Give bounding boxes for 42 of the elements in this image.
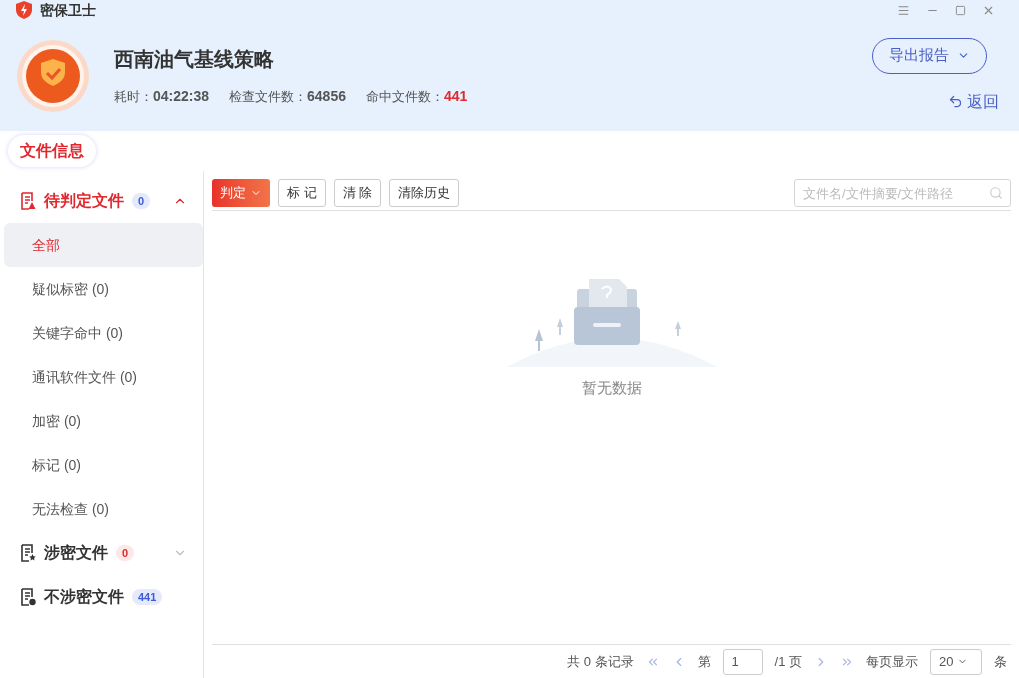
sidebar-item[interactable]: 全部 <box>4 223 203 267</box>
toolbar-button[interactable]: 清 除 <box>333 179 382 207</box>
total-records-text: 共 0 条记录 <box>567 652 634 671</box>
sidebar-item[interactable]: 无法检查 (0) <box>4 487 203 531</box>
document-warning-icon <box>20 192 36 210</box>
page-size-select[interactable]: 20 <box>930 648 982 675</box>
sidebar-group[interactable]: 不涉密文件 441 <box>0 575 203 619</box>
count-badge: 0 <box>116 544 135 562</box>
sidebar-item[interactable]: 加密 (0) <box>4 399 203 443</box>
stat-text: 耗时：04:22:38 <box>114 87 210 106</box>
stat-text: 检查文件数：64856 <box>229 87 346 106</box>
menu-icon[interactable] <box>897 3 910 17</box>
toolbar-button[interactable]: 清除历史 <box>389 179 460 207</box>
count-badge: 0 <box>132 192 151 210</box>
return-arrow-icon <box>948 94 963 109</box>
sidebar-item[interactable]: 通讯软件文件 (0) <box>4 355 203 399</box>
shield-logo-icon <box>16 1 32 19</box>
search-icon <box>989 186 1003 200</box>
count-badge: 441 <box>132 588 163 606</box>
maximize-icon[interactable] <box>955 4 966 16</box>
document-check-icon <box>20 588 36 606</box>
sidebar-group[interactable]: 待判定文件 0 <box>0 179 203 223</box>
document-star-icon <box>20 544 36 562</box>
per-page-unit-text: 条 <box>994 652 1007 671</box>
toolbar-button[interactable]: 标 记 <box>278 179 326 207</box>
page-prefix-text: 第 <box>697 652 711 671</box>
empty-state-text: 暂无数据 <box>581 378 642 398</box>
back-link[interactable]: 返回 <box>948 89 999 114</box>
shield-check-icon <box>16 38 90 113</box>
judge-dropdown-button[interactable]: 判定 <box>212 179 270 207</box>
file-info-tab[interactable]: 文件信息 <box>8 135 96 167</box>
sidebar-item[interactable]: 标记 (0) <box>4 443 203 487</box>
search-field[interactable]: 文件名/文件摘要/文件路径 <box>794 179 1011 207</box>
task-title: 西南油气基线策略 <box>114 47 275 72</box>
sidebar-item[interactable]: 疑似标密 (0) <box>4 267 203 311</box>
stat-text: 命中文件数：441 <box>366 87 468 106</box>
per-page-label: 每页显示 <box>866 652 918 671</box>
sidebar-group[interactable]: 涉密文件 0 <box>0 531 203 575</box>
page-number-field[interactable]: 1 <box>722 648 763 675</box>
sidebar-item[interactable]: 关键字命中 (0) <box>4 311 203 355</box>
app-title: 密保卫士 <box>40 0 96 20</box>
page-count-text: /1 页 <box>774 652 802 671</box>
